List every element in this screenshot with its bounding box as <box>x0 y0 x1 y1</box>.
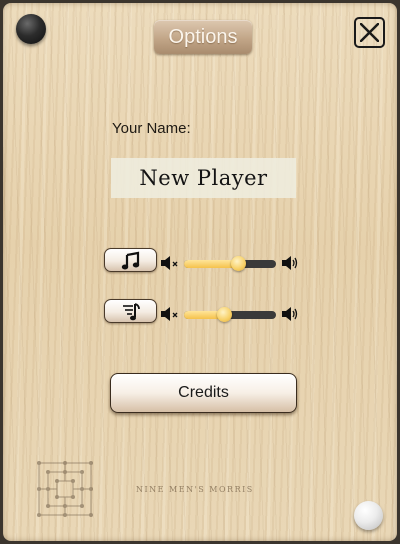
options-panel: Options Your Name: New Player Credits NI… <box>3 3 397 541</box>
sfx-toggle-button[interactable] <box>104 299 157 323</box>
close-button[interactable] <box>354 17 385 48</box>
speaker-mute-icon[interactable] <box>160 306 180 322</box>
close-icon <box>360 23 379 42</box>
white-stone <box>354 501 383 530</box>
music-toggle-button[interactable] <box>104 248 157 272</box>
music-volume-knob[interactable] <box>231 256 247 271</box>
sfx-volume-knob[interactable] <box>216 307 232 322</box>
name-label: Your Name: <box>112 120 191 137</box>
music-volume-fill <box>184 260 239 268</box>
sfx-volume-slider[interactable] <box>184 307 276 322</box>
black-stone <box>16 14 46 44</box>
page-title: Options <box>154 20 252 54</box>
music-note-icon <box>121 251 140 270</box>
speaker-loud-icon[interactable] <box>281 255 299 271</box>
credits-button[interactable]: Credits <box>110 373 297 413</box>
board-logo-icon <box>37 461 93 517</box>
music-volume-slider[interactable] <box>184 256 276 271</box>
speaker-loud-icon[interactable] <box>281 306 299 322</box>
game-name-text: NINE MEN'S MORRIS <box>136 485 254 494</box>
player-name-input[interactable]: New Player <box>111 158 296 198</box>
sound-effects-icon <box>123 303 140 321</box>
speaker-mute-icon[interactable] <box>160 255 180 271</box>
